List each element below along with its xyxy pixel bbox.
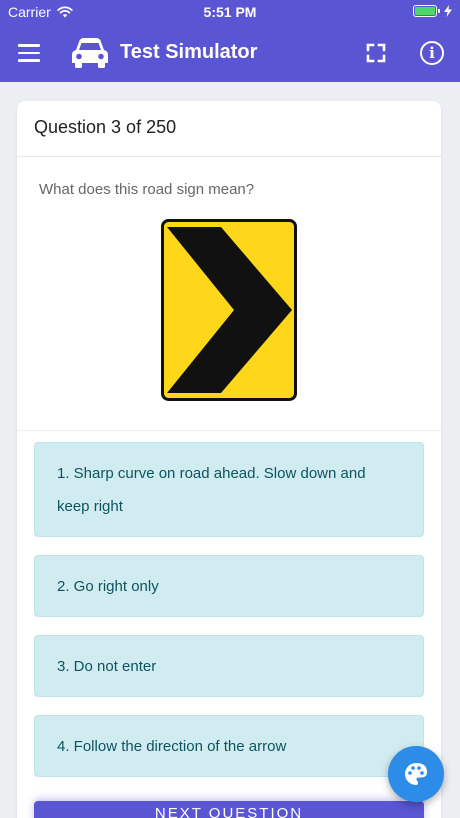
charging-icon bbox=[444, 5, 452, 17]
theme-button[interactable] bbox=[388, 746, 444, 802]
option-2-label: 2. Go right only bbox=[57, 577, 159, 595]
palette-icon bbox=[405, 763, 427, 785]
option-1[interactable]: 1. Sharp curve on road ahead. Slow down … bbox=[34, 442, 424, 537]
question-counter: Question 3 of 250 bbox=[17, 101, 441, 157]
status-right bbox=[413, 5, 452, 17]
car-icon bbox=[72, 38, 108, 68]
chevron-sign-icon bbox=[161, 219, 297, 401]
info-icon[interactable]: i bbox=[420, 41, 444, 65]
menu-icon[interactable] bbox=[18, 44, 40, 62]
next-question-button[interactable]: NEXT QUESTION bbox=[34, 801, 424, 818]
app-bar: Test Simulator i bbox=[0, 24, 460, 82]
option-3[interactable]: 3. Do not enter bbox=[34, 635, 424, 697]
option-4-label: 4. Follow the direction of the arrow bbox=[57, 737, 287, 755]
app-title: Test Simulator bbox=[120, 41, 258, 63]
status-bar: Carrier 5:51 PM bbox=[0, 0, 460, 24]
fullscreen-icon[interactable] bbox=[366, 43, 386, 63]
battery-icon bbox=[413, 5, 440, 17]
road-sign-image bbox=[161, 219, 297, 401]
image-divider bbox=[17, 430, 441, 431]
question-text: What does this road sign mean? bbox=[39, 181, 255, 198]
option-3-label: 3. Do not enter bbox=[57, 657, 157, 675]
status-time: 5:51 PM bbox=[203, 4, 257, 20]
option-4[interactable]: 4. Follow the direction of the arrow bbox=[34, 715, 424, 777]
question-card: Question 3 of 250 What does this road si… bbox=[17, 101, 441, 818]
option-2[interactable]: 2. Go right only bbox=[34, 555, 424, 617]
option-1-label: 1. Sharp curve on road ahead. Slow down … bbox=[57, 464, 366, 515]
